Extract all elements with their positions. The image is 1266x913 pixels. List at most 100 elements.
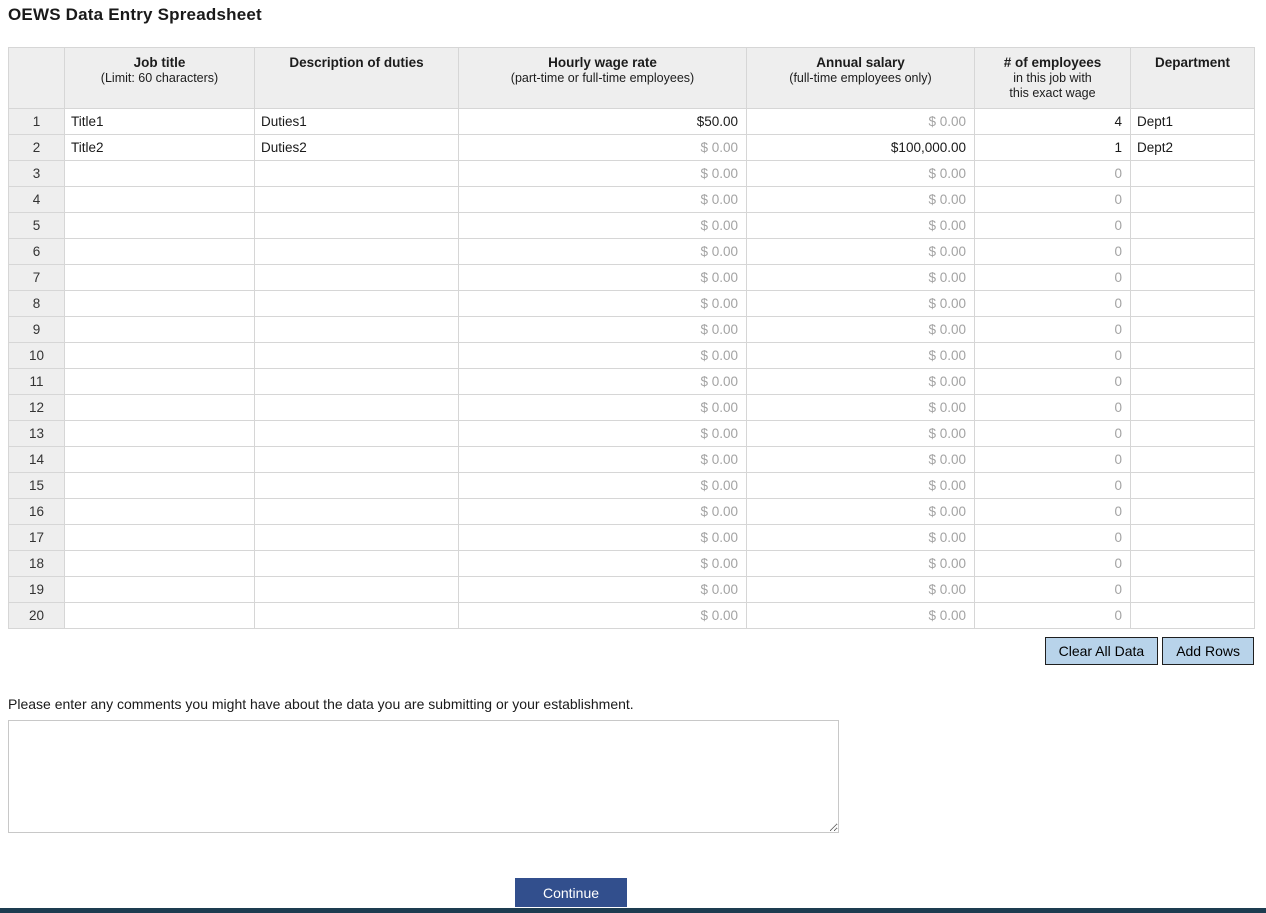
annual-salary-cell[interactable]: $ 0.00	[746, 498, 975, 525]
annual-salary-cell[interactable]: $ 0.00	[746, 290, 975, 317]
department-cell[interactable]	[1130, 420, 1255, 447]
department-cell[interactable]	[1130, 212, 1255, 239]
job-title-cell[interactable]	[64, 550, 255, 577]
department-cell[interactable]	[1130, 394, 1255, 421]
hourly-wage-cell[interactable]: $ 0.00	[458, 134, 747, 161]
annual-salary-cell[interactable]: $ 0.00	[746, 264, 975, 291]
employees-cell[interactable]: 0	[974, 368, 1131, 395]
department-cell[interactable]: Dept1	[1130, 108, 1255, 135]
annual-salary-cell[interactable]: $ 0.00	[746, 550, 975, 577]
annual-salary-cell[interactable]: $ 0.00	[746, 602, 975, 629]
department-cell[interactable]	[1130, 576, 1255, 603]
hourly-wage-cell[interactable]: $ 0.00	[458, 550, 747, 577]
duties-cell[interactable]	[254, 498, 459, 525]
duties-cell[interactable]	[254, 212, 459, 239]
hourly-wage-cell[interactable]: $ 0.00	[458, 472, 747, 499]
duties-cell[interactable]	[254, 264, 459, 291]
hourly-wage-cell[interactable]: $ 0.00	[458, 368, 747, 395]
hourly-wage-cell[interactable]: $50.00	[458, 108, 747, 135]
job-title-cell[interactable]	[64, 394, 255, 421]
job-title-cell[interactable]	[64, 420, 255, 447]
department-cell[interactable]	[1130, 498, 1255, 525]
annual-salary-cell[interactable]: $ 0.00	[746, 212, 975, 239]
annual-salary-cell[interactable]: $ 0.00	[746, 394, 975, 421]
job-title-cell[interactable]	[64, 186, 255, 213]
employees-cell[interactable]: 0	[974, 212, 1131, 239]
duties-cell[interactable]	[254, 576, 459, 603]
annual-salary-cell[interactable]: $ 0.00	[746, 108, 975, 135]
annual-salary-cell[interactable]: $ 0.00	[746, 368, 975, 395]
annual-salary-cell[interactable]: $ 0.00	[746, 446, 975, 473]
job-title-cell[interactable]	[64, 316, 255, 343]
employees-cell[interactable]: 0	[974, 498, 1131, 525]
job-title-cell[interactable]	[64, 290, 255, 317]
employees-cell[interactable]: 0	[974, 472, 1131, 499]
duties-cell[interactable]	[254, 420, 459, 447]
hourly-wage-cell[interactable]: $ 0.00	[458, 498, 747, 525]
job-title-cell[interactable]	[64, 160, 255, 187]
job-title-cell[interactable]	[64, 576, 255, 603]
annual-salary-cell[interactable]: $ 0.00	[746, 472, 975, 499]
job-title-cell[interactable]	[64, 212, 255, 239]
employees-cell[interactable]: 0	[974, 550, 1131, 577]
add-rows-button[interactable]: Add Rows	[1162, 637, 1254, 665]
comments-textarea[interactable]	[8, 720, 839, 833]
employees-cell[interactable]: 0	[974, 394, 1131, 421]
duties-cell[interactable]	[254, 550, 459, 577]
duties-cell[interactable]	[254, 342, 459, 369]
employees-cell[interactable]: 0	[974, 524, 1131, 551]
department-cell[interactable]	[1130, 160, 1255, 187]
department-cell[interactable]	[1130, 472, 1255, 499]
employees-cell[interactable]: 1	[974, 134, 1131, 161]
annual-salary-cell[interactable]: $ 0.00	[746, 524, 975, 551]
duties-cell[interactable]	[254, 446, 459, 473]
annual-salary-cell[interactable]: $ 0.00	[746, 420, 975, 447]
clear-all-data-button[interactable]: Clear All Data	[1044, 637, 1159, 665]
hourly-wage-cell[interactable]: $ 0.00	[458, 576, 747, 603]
employees-cell[interactable]: 0	[974, 290, 1131, 317]
job-title-cell[interactable]	[64, 498, 255, 525]
employees-cell[interactable]: 4	[974, 108, 1131, 135]
department-cell[interactable]	[1130, 446, 1255, 473]
duties-cell[interactable]	[254, 316, 459, 343]
department-cell[interactable]	[1130, 316, 1255, 343]
hourly-wage-cell[interactable]: $ 0.00	[458, 264, 747, 291]
department-cell[interactable]	[1130, 342, 1255, 369]
duties-cell[interactable]	[254, 524, 459, 551]
annual-salary-cell[interactable]: $ 0.00	[746, 186, 975, 213]
hourly-wage-cell[interactable]: $ 0.00	[458, 602, 747, 629]
employees-cell[interactable]: 0	[974, 316, 1131, 343]
job-title-cell[interactable]	[64, 238, 255, 265]
job-title-cell[interactable]	[64, 264, 255, 291]
department-cell[interactable]	[1130, 368, 1255, 395]
hourly-wage-cell[interactable]: $ 0.00	[458, 420, 747, 447]
employees-cell[interactable]: 0	[974, 342, 1131, 369]
job-title-cell[interactable]	[64, 602, 255, 629]
hourly-wage-cell[interactable]: $ 0.00	[458, 238, 747, 265]
employees-cell[interactable]: 0	[974, 238, 1131, 265]
department-cell[interactable]	[1130, 290, 1255, 317]
duties-cell[interactable]: Duties2	[254, 134, 459, 161]
job-title-cell[interactable]	[64, 446, 255, 473]
employees-cell[interactable]: 0	[974, 420, 1131, 447]
department-cell[interactable]	[1130, 264, 1255, 291]
annual-salary-cell[interactable]: $ 0.00	[746, 160, 975, 187]
department-cell[interactable]	[1130, 186, 1255, 213]
employees-cell[interactable]: 0	[974, 160, 1131, 187]
job-title-cell[interactable]	[64, 524, 255, 551]
hourly-wage-cell[interactable]: $ 0.00	[458, 394, 747, 421]
duties-cell[interactable]	[254, 394, 459, 421]
employees-cell[interactable]: 0	[974, 186, 1131, 213]
annual-salary-cell[interactable]: $100,000.00	[746, 134, 975, 161]
duties-cell[interactable]	[254, 602, 459, 629]
hourly-wage-cell[interactable]: $ 0.00	[458, 212, 747, 239]
annual-salary-cell[interactable]: $ 0.00	[746, 316, 975, 343]
continue-button[interactable]: Continue	[515, 878, 627, 907]
hourly-wage-cell[interactable]: $ 0.00	[458, 186, 747, 213]
duties-cell[interactable]: Duties1	[254, 108, 459, 135]
department-cell[interactable]: Dept2	[1130, 134, 1255, 161]
hourly-wage-cell[interactable]: $ 0.00	[458, 524, 747, 551]
duties-cell[interactable]	[254, 186, 459, 213]
employees-cell[interactable]: 0	[974, 264, 1131, 291]
department-cell[interactable]	[1130, 524, 1255, 551]
